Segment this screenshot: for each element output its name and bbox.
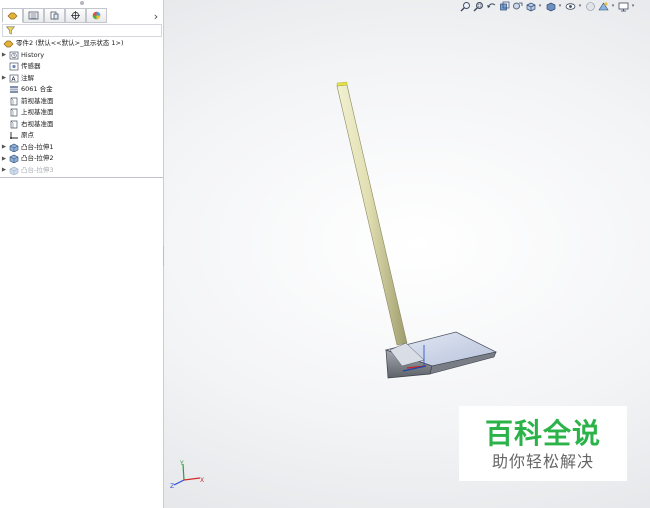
tree-filter-bar[interactable] [2,24,162,37]
tab-dimxpert-manager[interactable] [65,8,86,23]
shovel-handle[interactable] [336,84,408,346]
material-icon [8,85,19,94]
tree-item[interactable]: 传感器 [0,61,164,73]
tree-item-label: 传感器 [21,62,41,71]
expand-arrow-icon[interactable]: ▶ [0,52,8,58]
extrude-icon [8,166,19,175]
watermark: 百科全说 助你轻松解决 [459,406,627,481]
tree-item[interactable]: 6061 合金 [0,84,164,96]
tree-item-label: 上视基准面 [21,108,54,117]
plane-icon [8,97,19,106]
origin-icon [8,131,19,140]
expand-arrow-icon[interactable]: ▶ [0,75,8,81]
history-icon [8,51,19,60]
tree-item-label: 右视基准面 [21,119,54,128]
tree-root[interactable]: 零件2 (默认<<默认>_显示状态 1>) [0,38,164,50]
plane-icon [8,108,19,117]
tree-item[interactable]: ▶ History [0,50,164,62]
panel-grip[interactable] [80,1,84,5]
tree-item[interactable]: ▶ A 注解 [0,73,164,85]
tree-item[interactable]: 前视基准面 [0,96,164,108]
triad-x-label: X [200,477,204,484]
part-icon [3,39,14,48]
tree-item-label: 凸台-拉伸3 [21,165,54,174]
annotation-icon: A [8,74,19,83]
tree-item[interactable]: 上视基准面 [0,107,164,119]
expand-arrow-icon[interactable]: ▶ [0,156,8,162]
tree-item[interactable]: 右视基准面 [0,119,164,131]
tabs-overflow-button[interactable]: › [150,8,162,24]
manager-tabbar: › [2,8,162,24]
triad-z-label: Z [170,483,174,490]
tree-rollback-bar[interactable] [0,177,163,178]
tree-item[interactable]: 原点 [0,130,164,142]
feature-tree: 零件2 (默认<<默认>_显示状态 1>) ▶ History 传感器 ▶ A 注解 606… [0,38,164,176]
expand-arrow-icon[interactable]: ▶ [0,167,8,173]
property-manager-icon [28,11,39,20]
filter-icon[interactable] [6,26,15,35]
watermark-title: 百科全说 [484,417,601,450]
tree-item[interactable]: ▶ 凸台-拉伸1 [0,142,164,154]
tree-item-label: 注解 [21,73,34,82]
reference-triad[interactable]: Y X Z [170,458,206,496]
tab-property-manager[interactable] [23,8,44,23]
sensor-icon [8,62,19,71]
triad-x-axis [183,477,201,481]
feature-manager-icon [7,12,18,20]
configuration-manager-icon [50,11,59,20]
expand-arrow-icon[interactable]: ▶ [0,144,8,150]
tab-display-manager[interactable] [86,8,107,23]
tree-item-label: 原点 [21,131,34,140]
watermark-subtitle: 助你轻松解决 [491,452,594,471]
tree-root-label: 零件2 (默认<<默认>_显示状态 1>) [16,39,124,48]
triad-y-label: Y [179,460,184,467]
tree-item-label: 前视基准面 [21,96,54,105]
plane-icon [8,120,19,129]
feature-manager-panel: › 零件2 (默认<<默认>_显示状态 1>) ▶ History 传感器 ▶ A 注解 6… [0,0,164,508]
tab-configuration-manager[interactable] [44,8,65,23]
triad-z-axis [173,479,185,486]
tree-item[interactable]: ▶ 凸台-拉伸2 [0,153,164,165]
display-manager-icon [92,11,101,20]
extrude-icon [8,143,19,152]
dimxpert-icon [71,11,80,20]
tree-item-label: 凸台-拉伸2 [21,154,54,163]
extrude-icon [8,154,19,164]
tree-item[interactable]: ▶ 凸台-拉伸3 [0,165,164,177]
tree-item-label: 凸台-拉伸1 [21,142,54,151]
tree-item-label: 6061 合金 [21,85,53,94]
tab-feature-manager[interactable] [2,8,23,23]
tree-item-label: History [21,50,45,59]
